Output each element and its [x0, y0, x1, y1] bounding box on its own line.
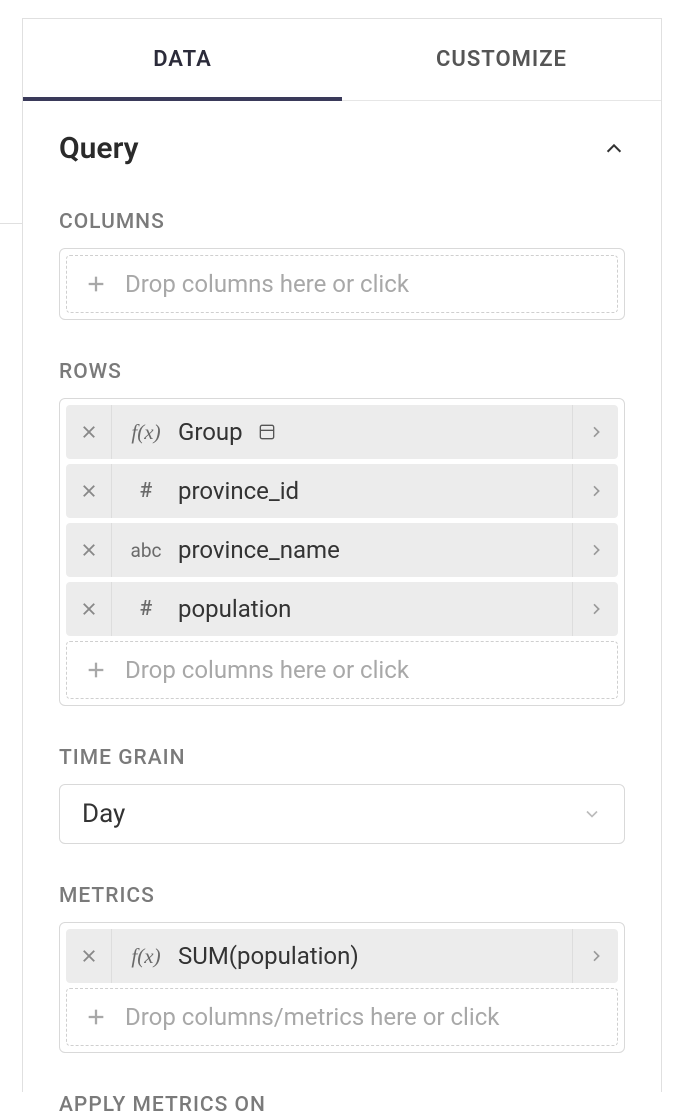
columns-dropzone[interactable]: Drop columns here or click: [66, 255, 618, 313]
expand-button[interactable]: [572, 582, 618, 636]
chevron-right-icon: [588, 948, 604, 964]
pill-body: # province_id: [112, 464, 572, 518]
close-icon: [80, 541, 98, 559]
chevron-right-icon: [588, 542, 604, 558]
rows-label: ROWS: [59, 360, 625, 384]
remove-button[interactable]: [66, 523, 112, 577]
tab-data-label: DATA: [153, 47, 212, 72]
tab-data[interactable]: DATA: [23, 19, 342, 100]
rows-item-population[interactable]: # population: [66, 582, 618, 636]
time-grain-label: TIME GRAIN: [59, 746, 625, 770]
rows-item-province-name[interactable]: abc province_name: [66, 523, 618, 577]
remove-button[interactable]: [66, 405, 112, 459]
metrics-dropzone[interactable]: Drop columns/metrics here or click: [66, 988, 618, 1046]
close-icon: [80, 947, 98, 965]
pill-body: f(x) SUM(population): [112, 929, 572, 983]
rows-placeholder: Drop columns here or click: [125, 656, 409, 684]
remove-button[interactable]: [66, 929, 112, 983]
pill-body: abc province_name: [112, 523, 572, 577]
number-type-icon: #: [124, 479, 168, 503]
chevron-right-icon: [588, 483, 604, 499]
time-grain-select[interactable]: Day: [59, 784, 625, 844]
columns-placeholder: Drop columns here or click: [125, 270, 409, 298]
remove-button[interactable]: [66, 464, 112, 518]
number-type-icon: #: [124, 597, 168, 621]
function-type-icon: f(x): [124, 944, 168, 969]
pill-label: SUM(population): [178, 942, 359, 970]
pill-label: province_name: [178, 536, 340, 564]
pill-label: province_id: [178, 477, 299, 505]
expand-button[interactable]: [572, 523, 618, 577]
rows-box: f(x) Group # province_id: [59, 398, 625, 706]
time-grain-value: Day: [82, 799, 125, 829]
query-section-header[interactable]: Query: [59, 131, 625, 166]
close-icon: [80, 600, 98, 618]
metrics-placeholder: Drop columns/metrics here or click: [125, 1003, 499, 1031]
expand-button[interactable]: [572, 405, 618, 459]
metrics-label: METRICS: [59, 884, 625, 908]
pill-label: Group: [178, 418, 243, 446]
tab-customize[interactable]: CUSTOMIZE: [342, 19, 661, 100]
apply-metrics-label: APPLY METRICS ON: [59, 1093, 625, 1117]
chevron-down-icon: [582, 804, 602, 824]
columns-label: COLUMNS: [59, 210, 625, 234]
close-icon: [80, 423, 98, 441]
metrics-item-sum-population[interactable]: f(x) SUM(population): [66, 929, 618, 983]
tabs: DATA CUSTOMIZE: [23, 19, 661, 101]
rows-dropzone[interactable]: Drop columns here or click: [66, 641, 618, 699]
chevron-right-icon: [588, 424, 604, 440]
section-title: Query: [59, 131, 139, 166]
function-type-icon: f(x): [124, 420, 168, 445]
pill-body: f(x) Group: [112, 405, 572, 459]
remove-button[interactable]: [66, 582, 112, 636]
chevron-up-icon: [603, 138, 625, 160]
metrics-box: f(x) SUM(population) Drop columns/metric…: [59, 922, 625, 1053]
plus-icon: [85, 273, 107, 295]
expand-button[interactable]: [572, 464, 618, 518]
rows-item-province-id[interactable]: # province_id: [66, 464, 618, 518]
pill-label: population: [178, 595, 291, 623]
expand-button[interactable]: [572, 929, 618, 983]
config-panel: DATA CUSTOMIZE Query COLUMNS Drop column…: [22, 18, 662, 1092]
pill-body: # population: [112, 582, 572, 636]
calc-icon: [257, 422, 277, 442]
rows-item-group[interactable]: f(x) Group: [66, 405, 618, 459]
text-type-icon: abc: [124, 539, 168, 562]
plus-icon: [85, 1006, 107, 1028]
columns-box: Drop columns here or click: [59, 248, 625, 320]
chevron-right-icon: [588, 601, 604, 617]
tab-customize-label: CUSTOMIZE: [436, 47, 567, 72]
plus-icon: [85, 659, 107, 681]
close-icon: [80, 482, 98, 500]
